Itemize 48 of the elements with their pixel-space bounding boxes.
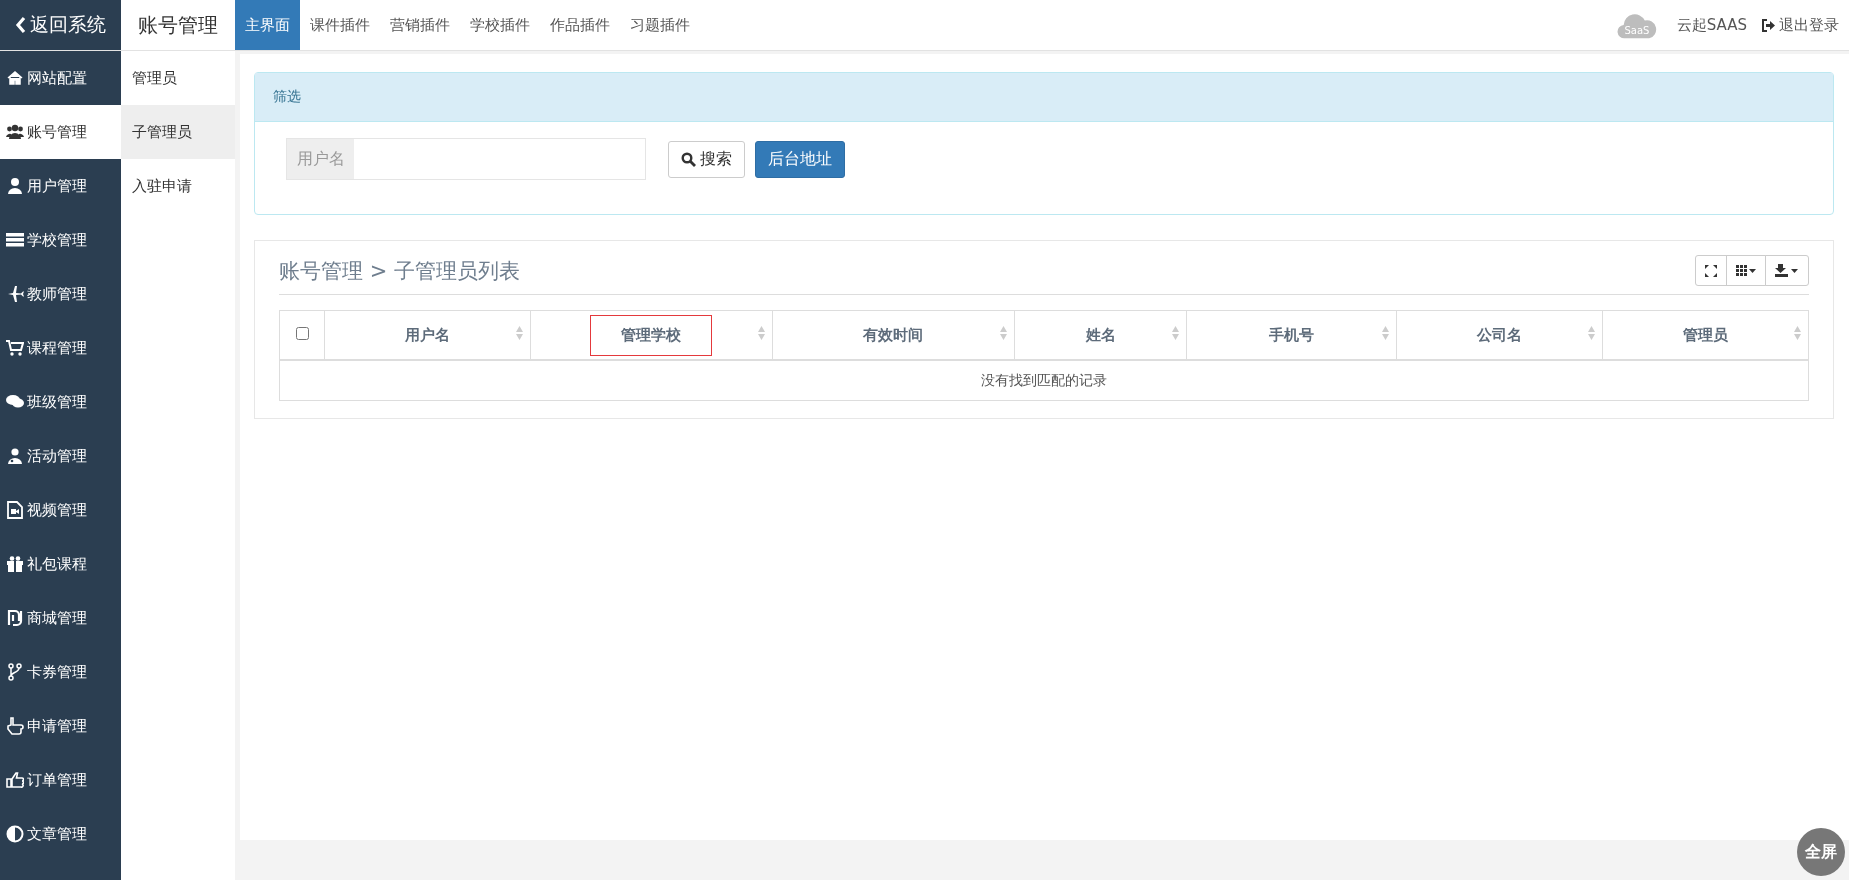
sort-icon[interactable] (1586, 325, 1596, 341)
subnav-item[interactable]: 子管理员 (121, 105, 235, 159)
contrast-icon (6, 825, 24, 843)
field-label: 用户名 (287, 139, 354, 179)
backend-address-button[interactable]: 后台地址 (755, 140, 845, 178)
search-icon (681, 151, 696, 167)
user-md-icon (6, 447, 24, 465)
sort-icon[interactable] (1171, 325, 1181, 341)
server-icon (6, 231, 24, 249)
chevron-left-icon (15, 16, 26, 34)
column-header: 姓名 (1085, 325, 1116, 344)
column-header: 有效时间 (863, 325, 924, 344)
users-icon (6, 123, 24, 141)
sort-icon[interactable] (514, 325, 524, 341)
breadcrumb: 账号管理 > 子管理员列表 (279, 257, 520, 285)
column-header: 管理员 (1682, 325, 1728, 344)
download-icon (1775, 264, 1799, 277)
sort-icon[interactable] (756, 325, 766, 341)
gift-icon (6, 555, 24, 573)
search-button[interactable]: 搜索 (668, 140, 745, 178)
branch-icon (6, 663, 24, 681)
grid-icon (1736, 265, 1756, 276)
nav-tab[interactable]: 主界面 (235, 0, 300, 50)
back-button[interactable]: 返回系统 (0, 0, 121, 50)
house-icon (6, 69, 24, 87)
empty-message: 没有找到匹配的记录 (279, 360, 1809, 401)
cart-icon (6, 339, 24, 357)
column-header: 公司名 (1476, 325, 1522, 344)
user-icon (6, 177, 24, 195)
column-header: 用户名 (404, 325, 450, 344)
panel-heading: 筛选 (255, 73, 1833, 122)
sign-out-icon (1761, 18, 1776, 32)
brand-name: 云起SAAS (1676, 15, 1747, 35)
column-header: 手机号 (1268, 325, 1314, 344)
video-file-icon (6, 501, 24, 519)
fullscreen-button[interactable] (1695, 255, 1727, 286)
column-header: 管理学校 (590, 314, 713, 356)
export-button[interactable] (1765, 255, 1809, 286)
sort-icon[interactable] (1793, 325, 1802, 341)
sort-icon[interactable] (1380, 325, 1390, 341)
thumbs-up-icon (6, 771, 24, 789)
sidebar-item[interactable]: 账号管理 (0, 105, 121, 159)
logout-link[interactable]: 退出登录 (1761, 15, 1839, 35)
select-all-checkbox[interactable] (295, 327, 309, 340)
section-title: 账号管理 (137, 11, 219, 39)
expand-icon (1705, 264, 1717, 277)
sort-icon[interactable] (999, 325, 1009, 341)
columns-button[interactable] (1726, 255, 1766, 286)
